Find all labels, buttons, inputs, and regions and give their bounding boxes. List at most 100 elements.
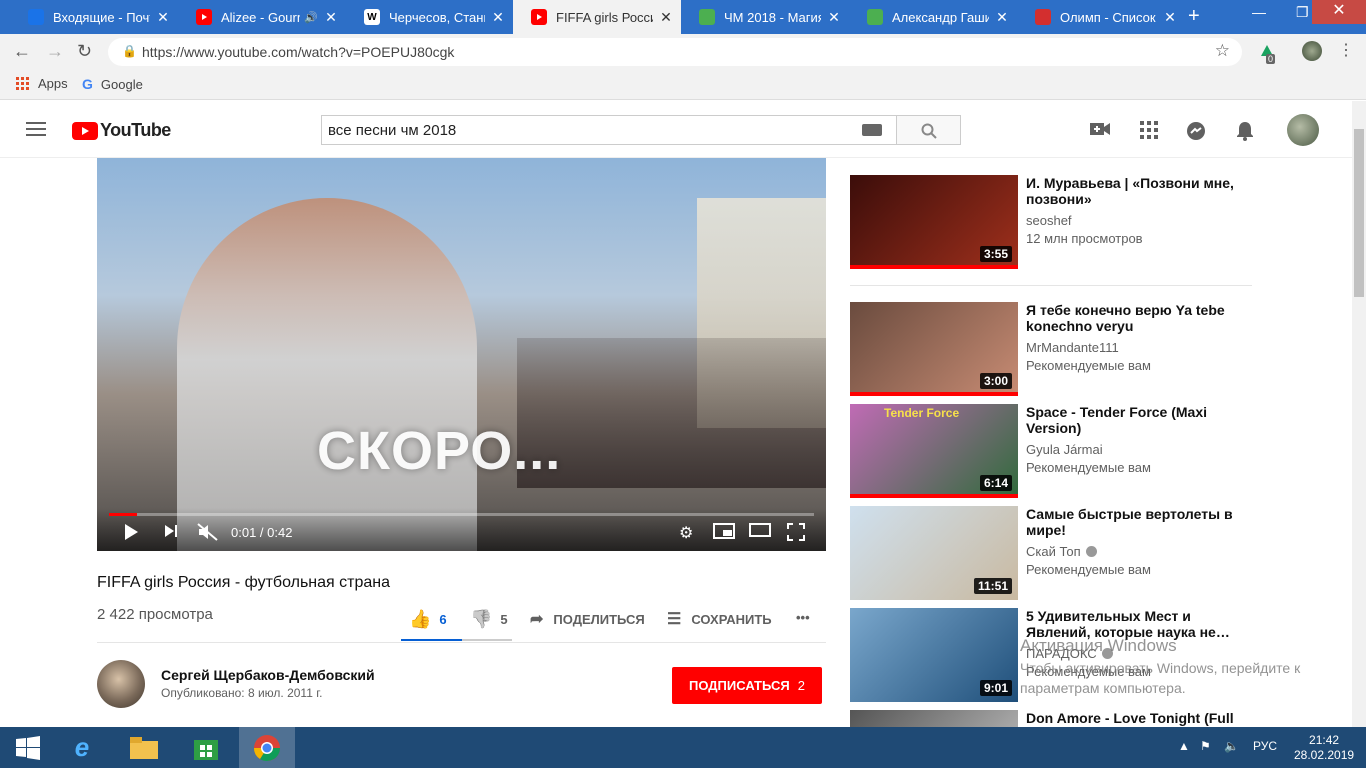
share-button[interactable]: ➦ ПОДЕЛИТЬСЯ: [530, 609, 645, 629]
channel-avatar[interactable]: [97, 660, 145, 708]
watermark-line: Чтобы активировать Windows, перейдите к: [1020, 660, 1301, 676]
tray-chevron-icon[interactable]: ▲: [1178, 739, 1190, 753]
tab-close-icon[interactable]: ✕: [1163, 9, 1177, 26]
back-button[interactable]: ←: [13, 41, 31, 62]
tab-close-icon[interactable]: ✕: [659, 9, 673, 26]
muted-volume-icon[interactable]: [197, 523, 219, 546]
video-duration: 6:14: [979, 475, 1012, 491]
file-explorer-icon[interactable]: [116, 727, 172, 768]
video-thumbnail[interactable]: 3:00: [850, 302, 1018, 396]
action-center-flag-icon[interactable]: ⚑: [1200, 739, 1211, 753]
play-icon[interactable]: [123, 523, 139, 546]
playlist-add-icon: ☰: [667, 611, 682, 628]
apps-grid-icon[interactable]: [1140, 121, 1158, 144]
bookmark-apps[interactable]: Apps: [16, 76, 68, 91]
recommended-video-title[interactable]: Space - Tender Force (Maxi Version): [1026, 404, 1252, 436]
browser-tab[interactable]: ЧМ 2018 - Магия и ✕: [681, 0, 849, 34]
video-thumbnail[interactable]: Tender Force 6:14: [850, 404, 1018, 498]
browser-tab[interactable]: Александр Гашин ✕: [849, 0, 1017, 34]
tab-close-icon[interactable]: ✕: [324, 9, 338, 26]
chrome-taskbar-icon[interactable]: [239, 727, 295, 768]
recommended-channel[interactable]: MrMandante111: [1026, 340, 1119, 355]
tab-close-icon[interactable]: ✕: [827, 9, 841, 26]
recommended-video[interactable]: 3:00 Я тебе конечно верю Ya tebe konechno…: [850, 302, 1252, 396]
dislike-button[interactable]: 👎 5: [470, 609, 508, 630]
browser-tab[interactable]: Alizee - Gourm 🔊 ✕: [178, 0, 346, 34]
address-bar[interactable]: 🔒 https://www.youtube.com/watch?v=POEPUJ…: [108, 38, 1242, 66]
recommended-video[interactable]: 11:51 Самые быстрые вертолеты в мире! Скай…: [850, 506, 1252, 600]
browser-tab[interactable]: Олимп - Список с ✕: [1017, 0, 1185, 34]
new-tab-button[interactable]: +: [1188, 6, 1200, 26]
subscribe-button[interactable]: ПОДПИСАТЬСЯ 2: [672, 667, 822, 704]
minimize-button[interactable]: —: [1252, 4, 1266, 20]
url-text: https://www.youtube.com/watch?v=POEPUJ80…: [142, 44, 455, 60]
account-avatar[interactable]: [1287, 114, 1319, 146]
restore-button[interactable]: ❐: [1296, 4, 1309, 21]
watched-progress-bar: [850, 392, 1018, 396]
bookmark-google[interactable]: G Google: [82, 76, 143, 92]
tab-audio-icon[interactable]: 🔊: [304, 11, 318, 24]
forward-button[interactable]: →: [46, 41, 64, 62]
extension-icon[interactable]: 0: [1258, 42, 1276, 65]
start-button[interactable]: [0, 727, 56, 768]
video-thumbnail[interactable]: 11:51: [850, 506, 1018, 600]
browser-tab[interactable]: Входящие - Почта ✕: [10, 0, 178, 34]
browser-tab[interactable]: W Черчесов, Станисл ✕: [346, 0, 513, 34]
recommended-video-title[interactable]: И. Муравьева | «Позвони мне, позвони»: [1026, 175, 1252, 207]
recommended-channel[interactable]: Gyula Jármai: [1026, 442, 1103, 457]
video-thumbnail[interactable]: 9:01: [850, 608, 1018, 702]
miniplayer-icon[interactable]: [713, 523, 735, 544]
recommended-video-title[interactable]: Don Amore - Love Tonight (Full: [1026, 710, 1252, 726]
recommended-channel[interactable]: Скай Топ: [1026, 544, 1097, 559]
progress-bar[interactable]: [109, 513, 814, 516]
profile-avatar[interactable]: [1302, 41, 1322, 61]
messages-icon[interactable]: [1186, 121, 1206, 146]
watched-progress-bar: [850, 494, 1018, 498]
tab-title: Олимп - Список с: [1060, 9, 1157, 25]
close-window-button[interactable]: ✕: [1312, 0, 1366, 24]
channel-name[interactable]: Сергей Щербаков-Дембовский: [161, 667, 375, 683]
tab-close-icon[interactable]: ✕: [995, 9, 1009, 26]
mail-icon: [28, 9, 44, 25]
recommended-video-title[interactable]: Я тебе конечно верю Ya tebe konechno ver…: [1026, 302, 1252, 334]
video-player[interactable]: СКОРО... 0:01 / 0:42 ⚙: [97, 158, 826, 551]
create-video-icon[interactable]: [1090, 121, 1110, 142]
browser-tab[interactable]: FIFFA girls Россия - ✕: [513, 0, 681, 34]
reload-button[interactable]: ↻: [77, 41, 92, 62]
save-button[interactable]: ☰ СОХРАНИТЬ: [667, 609, 772, 629]
settings-gear-icon[interactable]: ⚙: [679, 523, 693, 543]
recommended-video[interactable]: 3:55 И. Муравьева | «Позвони мне, позвони…: [850, 175, 1252, 269]
search-input[interactable]: все песни чм 2018: [321, 115, 897, 145]
fullscreen-icon[interactable]: [787, 523, 805, 546]
page-scrollbar[interactable]: [1352, 101, 1366, 727]
theater-mode-icon[interactable]: [749, 523, 771, 542]
video-title: FIFFA girls Россия - футбольная страна: [97, 574, 390, 591]
thumbs-down-icon: 👎: [470, 609, 493, 629]
more-actions-button[interactable]: •••: [796, 610, 810, 625]
tab-close-icon[interactable]: ✕: [491, 9, 505, 26]
next-icon[interactable]: [163, 523, 179, 544]
bookmark-star-icon[interactable]: ☆: [1215, 41, 1230, 61]
recommended-video-title[interactable]: Самые быстрые вертолеты в мире!: [1026, 506, 1252, 538]
browser-toolbar: ← → ↻ 🔒 https://www.youtube.com/watch?v=…: [0, 34, 1366, 70]
like-button[interactable]: 👍 6: [409, 609, 447, 630]
scrollbar-thumb[interactable]: [1354, 129, 1364, 297]
menu-dots-icon[interactable]: ⋮: [1338, 40, 1354, 60]
keyboard-icon[interactable]: [862, 124, 882, 136]
recommended-channel[interactable]: seoshef: [1026, 213, 1072, 228]
video-thumbnail[interactable]: [850, 710, 1018, 727]
recommended-video[interactable]: Tender Force 6:14 Space - Tender Force (Ma…: [850, 404, 1252, 498]
system-clock[interactable]: 21:42 28.02.2019: [1294, 733, 1354, 763]
subscriber-count: 2: [797, 678, 805, 693]
search-button[interactable]: [896, 115, 961, 145]
store-icon[interactable]: [178, 727, 234, 768]
video-thumbnail[interactable]: 3:55: [850, 175, 1018, 269]
hamburger-menu-icon[interactable]: [26, 122, 46, 140]
internet-explorer-icon[interactable]: e: [54, 727, 110, 768]
language-indicator[interactable]: РУС: [1253, 739, 1277, 753]
volume-icon[interactable]: 🔈: [1224, 739, 1239, 753]
recommended-video[interactable]: Don Amore - Love Tonight (Full: [850, 710, 1252, 727]
notifications-bell-icon[interactable]: [1236, 121, 1254, 146]
tab-close-icon[interactable]: ✕: [156, 9, 170, 26]
youtube-logo[interactable]: YouTube: [72, 120, 171, 141]
